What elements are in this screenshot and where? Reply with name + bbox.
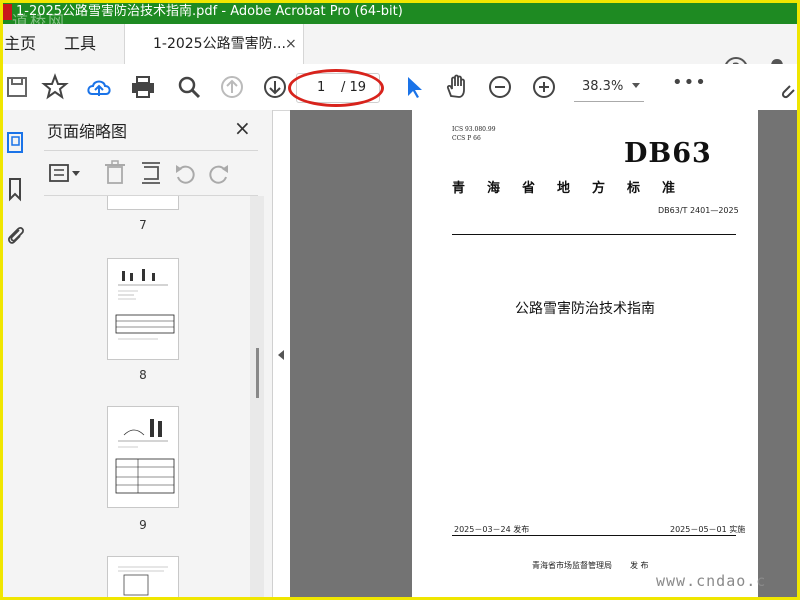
screenshot-border [0, 0, 800, 600]
